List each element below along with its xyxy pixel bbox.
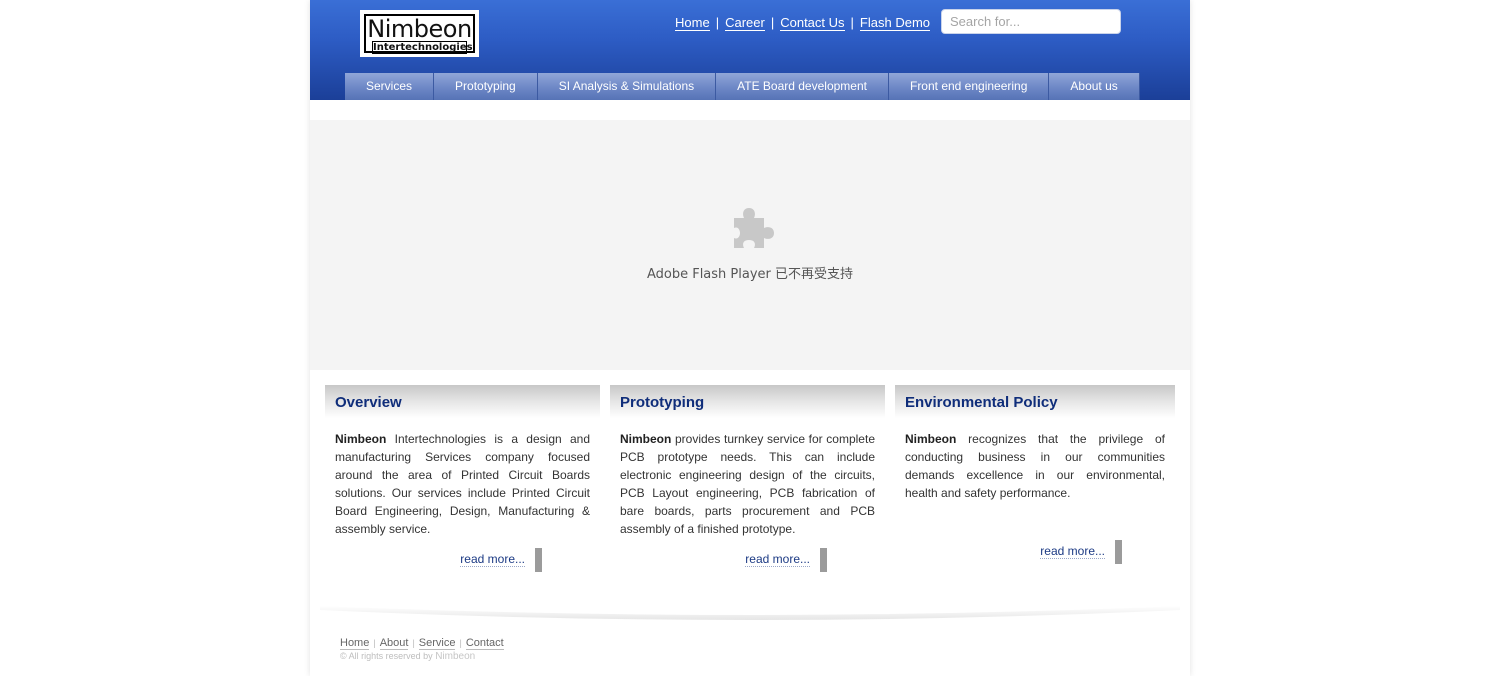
section-body: Intertechnologies is a design and manufa… (335, 432, 590, 536)
nav-item-front-end[interactable]: Front end engineering (888, 73, 1050, 100)
read-more-link[interactable]: read more... (460, 552, 525, 567)
section-heading: Prototyping (610, 385, 885, 418)
copyright-brand: Nimbeon (435, 651, 476, 662)
page-container: Nimbeon Intertechnologies Home | Career | Co… (310, 0, 1190, 676)
overview-section: Overview Nimbeon Intertechnologies is a … (325, 385, 600, 538)
prototyping-read-more: read more... (740, 548, 827, 572)
read-more-bar (1115, 540, 1122, 564)
prototyping-section: Prototyping Nimbeon provides turnkey ser… (610, 385, 885, 538)
nav-item-ate-board[interactable]: ATE Board development (716, 73, 889, 100)
toplink-career[interactable]: Career (725, 15, 765, 31)
section-heading: Environmental Policy (895, 385, 1175, 418)
logo-subtitle: Intertechnologies (372, 41, 473, 54)
toplink-contact-us[interactable]: Contact Us (780, 15, 845, 31)
section-body: provides turnkey service for complete PC… (620, 432, 875, 536)
nav-item-about-us[interactable]: About us (1049, 73, 1140, 100)
flash-plugin-area[interactable]: Adobe Flash Player 已不再受支持 (310, 120, 1190, 370)
logo-title: Nimbeon (367, 15, 472, 43)
logo-frame: Nimbeon Intertechnologies (364, 14, 475, 54)
read-more-bar (820, 548, 827, 572)
footer-nav: Home | About | Service | Contact (340, 637, 504, 650)
main-nav: Services Prototyping SI Analysis & Simul… (345, 73, 1140, 100)
footer-divider (320, 606, 1180, 620)
copyright-text: © All rights reserved by Nimbeon (340, 651, 475, 662)
section-text: Nimbeon recognizes that the privilege of… (905, 430, 1165, 502)
footer-link-home[interactable]: Home (340, 637, 370, 650)
nav-item-prototyping[interactable]: Prototyping (434, 73, 538, 100)
toplink-separator: | (850, 15, 854, 30)
nav-item-si-analysis[interactable]: SI Analysis & Simulations (537, 73, 717, 100)
toplink-flash-demo[interactable]: Flash Demo (859, 15, 930, 31)
brand-name: Nimbeon (905, 432, 957, 446)
footer-separator: | (459, 638, 462, 648)
section-heading: Overview (325, 385, 600, 418)
brand-name: Nimbeon (335, 432, 387, 446)
read-more-link[interactable]: read more... (745, 552, 810, 567)
footer-link-about[interactable]: About (379, 637, 409, 650)
footer-link-service[interactable]: Service (418, 637, 456, 650)
nav-item-services[interactable]: Services (345, 73, 435, 100)
toplink-separator: | (770, 15, 775, 30)
puzzle-plugin-icon (734, 208, 774, 248)
toplink-home[interactable]: Home (675, 15, 710, 31)
logo[interactable]: Nimbeon Intertechnologies (360, 10, 479, 57)
read-more-bar (535, 548, 542, 572)
footer-separator: | (373, 638, 376, 648)
read-more-link[interactable]: read more... (1040, 544, 1105, 559)
environmental-policy-section: Environmental Policy Nimbeon recognizes … (895, 385, 1175, 502)
copyright-prefix: © All rights reserved by (340, 651, 433, 661)
flash-unsupported-message: Adobe Flash Player 已不再受支持 (646, 267, 854, 282)
toplink-separator: | (715, 15, 720, 30)
section-text: Nimbeon provides turnkey service for com… (620, 430, 875, 538)
site-header: Nimbeon Intertechnologies Home | Career | Co… (310, 0, 1190, 100)
footer-link-contact[interactable]: Contact (465, 637, 504, 650)
environmental-read-more: read more... (1035, 540, 1122, 564)
top-links: Home | Career | Contact Us | Flash Demo (675, 15, 930, 31)
overview-read-more: read more... (455, 548, 542, 572)
footer-separator: | (412, 638, 415, 648)
search-input[interactable] (941, 9, 1121, 34)
section-text: Nimbeon Intertechnologies is a design an… (335, 430, 590, 538)
brand-name: Nimbeon (620, 432, 672, 446)
